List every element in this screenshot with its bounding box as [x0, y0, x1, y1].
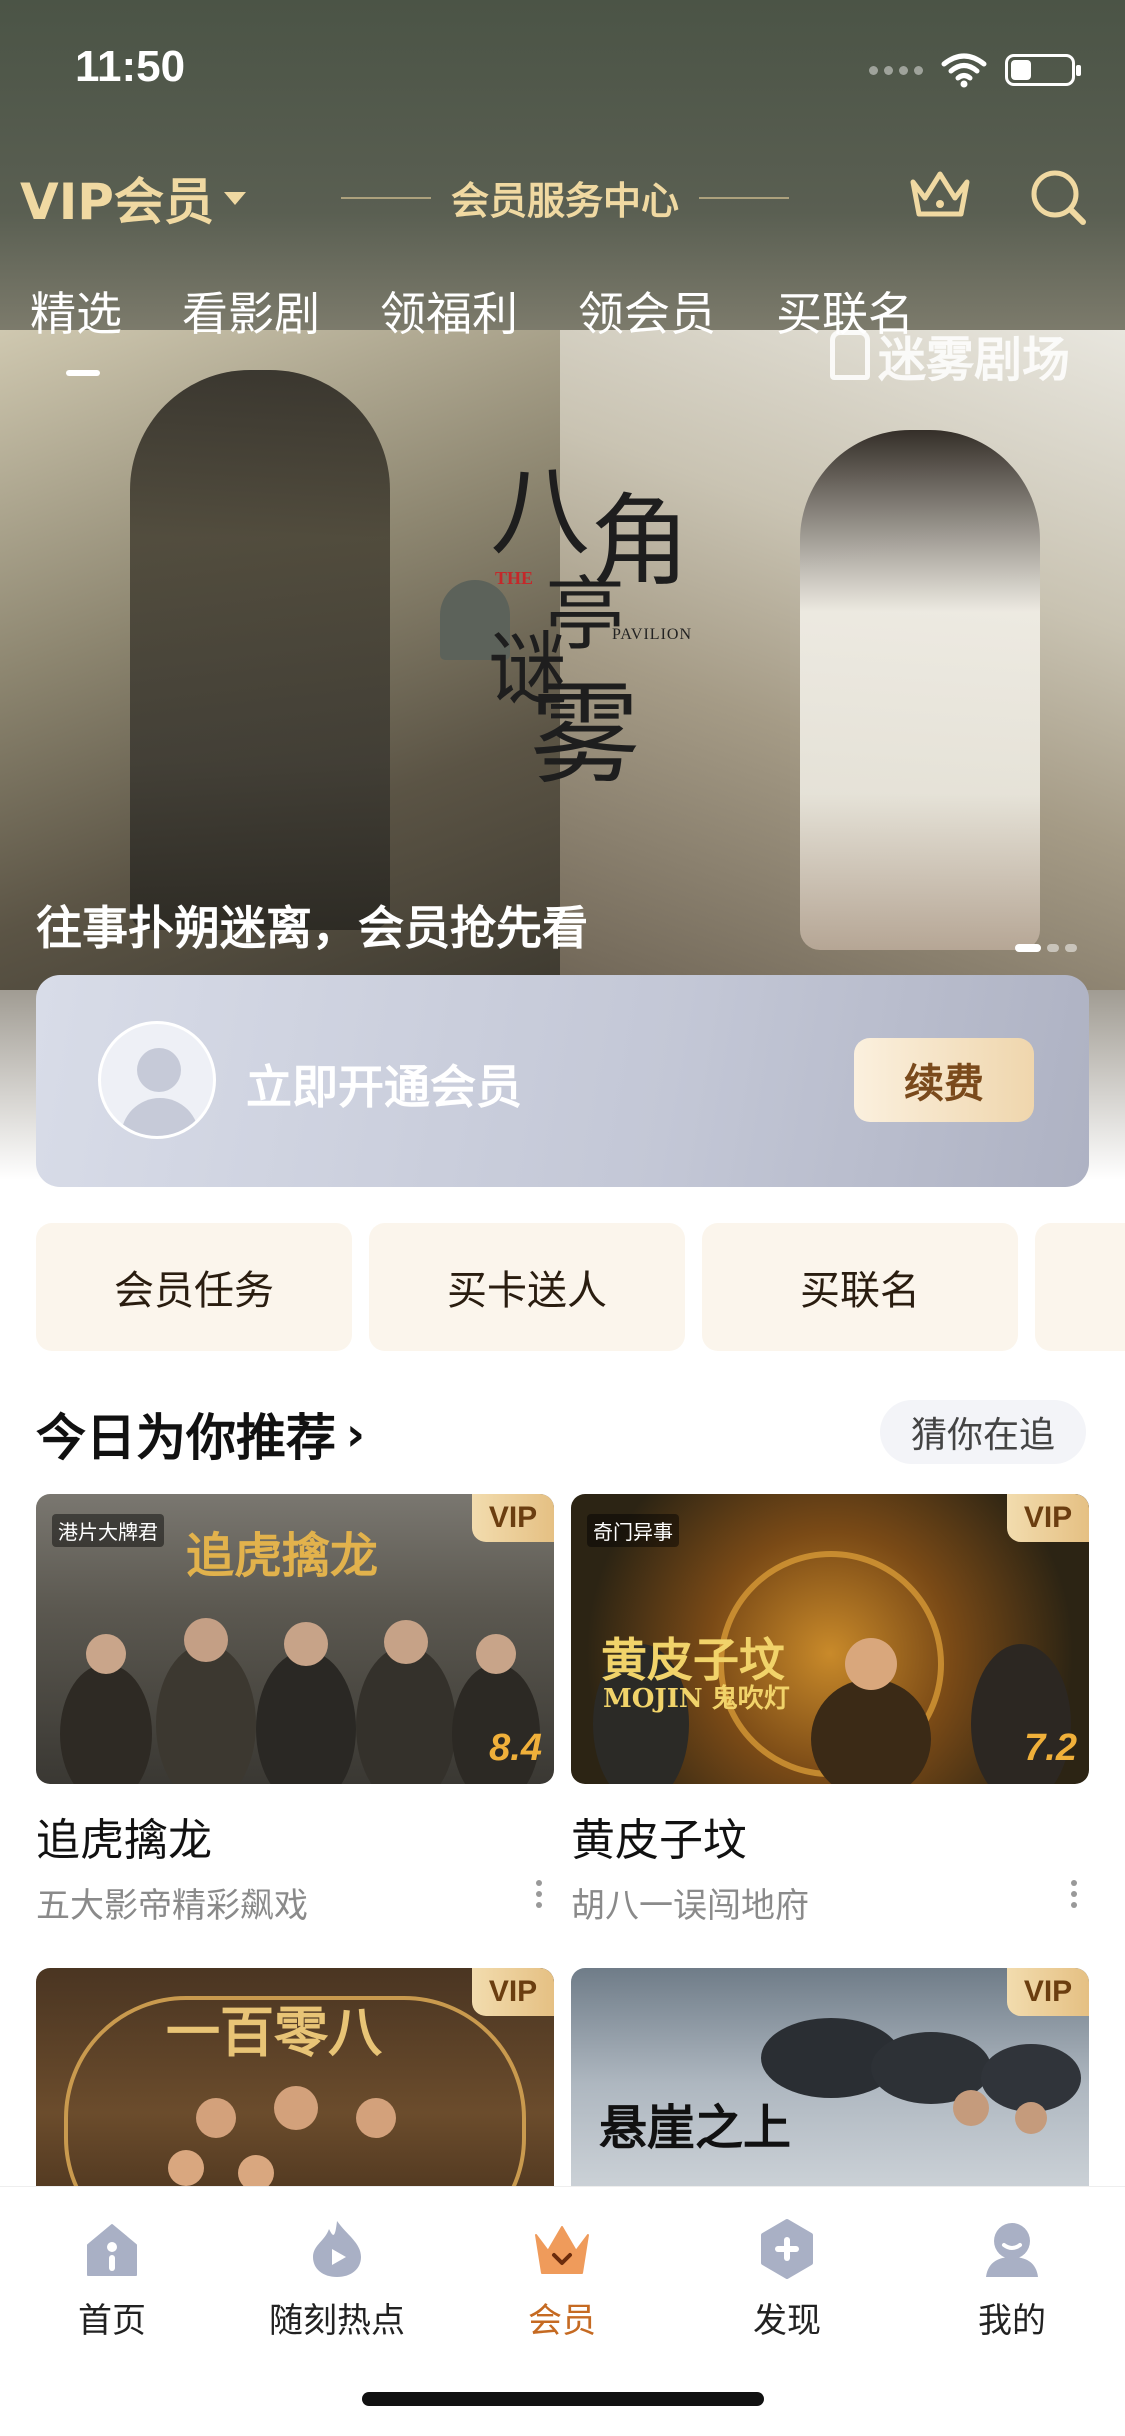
video-poster[interactable]: 奇门异事 黄皮子坟 MOJIN 鬼吹灯 VIP 7.2 [571, 1494, 1089, 1784]
carousel-dots [1015, 944, 1077, 952]
avatar[interactable] [98, 1021, 216, 1139]
quick-actions: 会员任务 买卡送人 买联名 抢 [36, 1223, 1125, 1351]
battery-icon [1005, 54, 1081, 86]
flame-play-icon [313, 2221, 361, 2277]
renew-button[interactable]: 续费 [854, 1038, 1034, 1122]
caption-part-2: 会员抢先看 [358, 901, 588, 955]
nav-label: 首页 [78, 2301, 146, 2341]
section-title-recommend[interactable]: 今日为你推荐 › [36, 1398, 365, 1470]
nav-vip[interactable]: 会员 [462, 2217, 662, 2342]
profile-icon [986, 2223, 1038, 2277]
home-icon [87, 2224, 137, 2276]
nav-label: 发现 [753, 2301, 821, 2341]
nav-label: 随刻热点 [269, 2301, 405, 2341]
quick-action-member-tasks[interactable]: 会员任务 [36, 1223, 352, 1351]
status-time: 11:50 [75, 42, 186, 91]
rating-score: 8.4 [489, 1727, 542, 1769]
video-card[interactable]: 奇门异事 黄皮子坟 MOJIN 鬼吹灯 VIP 7.2 黄皮子坟 胡八一误闯地府 [571, 1494, 1089, 1927]
theater-logo-icon [830, 330, 870, 380]
status-bar: 11:50 [0, 0, 1125, 140]
vip-switch-label: VIP会员 [20, 173, 214, 231]
poster-subtitle: MOJIN 鬼吹灯 [603, 1684, 790, 1714]
open-membership-link[interactable]: 立即开通会员 [246, 1051, 522, 1117]
video-subtitle: 胡八一误闯地府 [571, 1878, 1089, 1927]
caption-part-1: 往事扑朔迷离， [36, 901, 358, 955]
quick-action-cobranded[interactable]: 买联名 [702, 1223, 1018, 1351]
rating-score: 7.2 [1024, 1727, 1077, 1769]
show-title-art: 八 角 亭 谜 雾 THE PAVILION [488, 430, 730, 799]
figure-girl [800, 430, 1040, 950]
poster-title: 一百零八 [166, 2000, 382, 2064]
nav-trending[interactable]: 随刻热点 [237, 2217, 437, 2342]
carousel-dot-active [1015, 944, 1041, 952]
poster-brand: 奇门异事 [587, 1514, 679, 1547]
vip-badge: VIP [1007, 1494, 1089, 1542]
carousel-dot [1047, 944, 1059, 952]
title-the: THE [495, 568, 534, 588]
caret-down-icon [223, 191, 246, 205]
recommend-title-label: 今日为你推荐 [36, 1409, 336, 1467]
nav-profile[interactable]: 我的 [912, 2217, 1112, 2342]
theater-watermark: 迷雾剧场 [830, 320, 1070, 390]
title-line-left [340, 196, 431, 199]
title-line-right [699, 196, 789, 199]
video-subtitle-text: 胡八一误闯地府 [571, 1886, 809, 1926]
battery-fill [1011, 60, 1031, 80]
poster-title: 悬崖之上 [599, 2100, 792, 2156]
nav-label: 我的 [978, 2301, 1046, 2341]
video-title[interactable]: 黄皮子坟 [571, 1804, 1089, 1868]
hero-caption: 往事扑朔迷离，会员抢先看 [36, 892, 588, 958]
tab-get-membership[interactable]: 领会员 [578, 278, 716, 358]
title-pavilion: PAVILION [612, 626, 693, 643]
poster-title: 追虎擒龙 [186, 1528, 379, 1584]
theater-watermark-label: 迷雾剧场 [878, 332, 1071, 388]
vip-badge: VIP [472, 1968, 554, 2016]
guess-following-button[interactable]: 猜你在追 [880, 1400, 1086, 1464]
member-card[interactable]: 立即开通会员 续费 [36, 975, 1089, 1187]
tab-featured[interactable]: 精选 [30, 278, 122, 376]
figure-woman [130, 370, 390, 930]
title-char: 雾 [530, 671, 640, 799]
nav-discover[interactable]: 发现 [687, 2217, 887, 2342]
crown-icon[interactable] [905, 164, 975, 224]
vip-badge: VIP [1007, 1968, 1089, 2016]
quick-action-gift-card[interactable]: 买卡送人 [369, 1223, 685, 1351]
plus-discover-icon [761, 2219, 813, 2279]
top-nav: VIP会员 会员服务中心 [0, 150, 1125, 231]
home-indicator [362, 2392, 764, 2406]
chevron-right-icon: › [346, 1407, 365, 1461]
tab-benefits[interactable]: 领福利 [380, 278, 518, 358]
video-subtitle-text: 五大影帝精彩飙戏 [36, 1886, 308, 1926]
nav-home[interactable]: 首页 [12, 2217, 212, 2342]
crown-icon [535, 2226, 589, 2274]
quick-action-partial[interactable]: 抢 [1035, 1223, 1125, 1351]
member-service-center-label: 会员服务中心 [450, 179, 679, 223]
search-icon[interactable] [1025, 164, 1091, 230]
tab-shows[interactable]: 看影剧 [182, 278, 320, 358]
carousel-dot [1065, 944, 1077, 952]
poster-brand: 港片大牌君 [52, 1514, 164, 1547]
video-subtitle: 五大影帝精彩飙戏 [36, 1878, 554, 1927]
avatar-head [137, 1048, 181, 1092]
video-poster[interactable]: 港片大牌君 追虎擒龙 VIP 8.4 [36, 1494, 554, 1784]
status-icons [869, 52, 1081, 88]
video-title[interactable]: 追虎擒龙 [36, 1804, 554, 1868]
vip-badge: VIP [472, 1494, 554, 1542]
nav-label: 会员 [528, 2301, 596, 2341]
more-options-icon[interactable] [536, 1880, 546, 1914]
wifi-icon [941, 53, 987, 88]
signal-icon [869, 65, 923, 75]
vip-switch-dropdown[interactable]: VIP会员 [20, 162, 246, 234]
video-card[interactable]: 港片大牌君 追虎擒龙 VIP 8.4 追虎擒龙 五大影帝精彩飙戏 [36, 1494, 554, 1927]
member-service-center[interactable]: 会员服务中心 [330, 170, 800, 225]
avatar-body [121, 1098, 199, 1136]
more-options-icon[interactable] [1071, 1880, 1081, 1914]
